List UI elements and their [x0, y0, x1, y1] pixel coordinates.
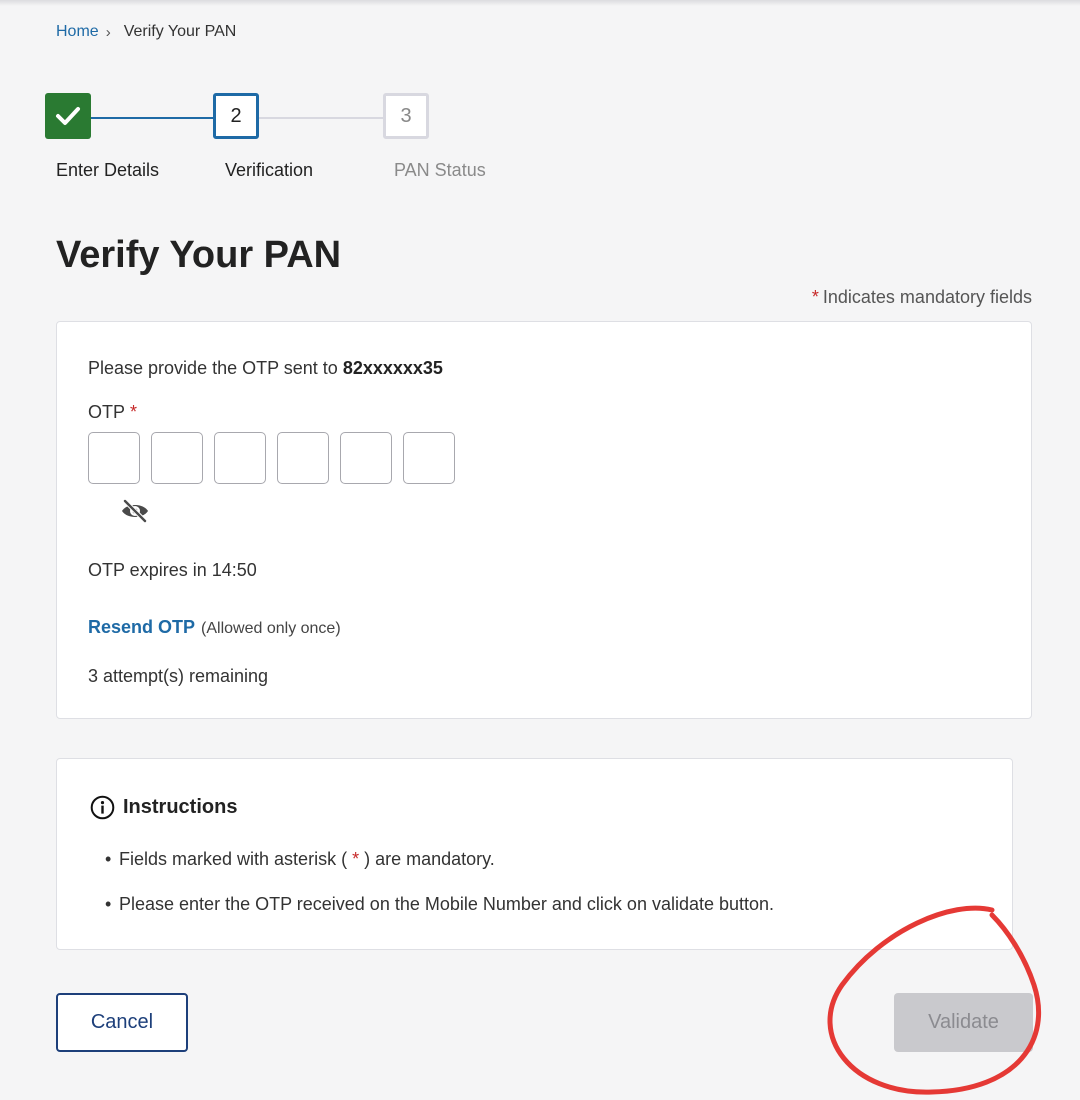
instruction-item: Please enter the OTP received on the Mob…	[105, 894, 774, 915]
cancel-button[interactable]: Cancel	[56, 993, 188, 1052]
otp-card: Please provide the OTP sent to 82xxxxxx35…	[56, 321, 1032, 719]
step-1-label: Enter Details	[56, 160, 160, 180]
instructions-card: Instructions Fields marked with asterisk…	[56, 758, 1013, 950]
mandatory-fields-note: * Indicates mandatory fields	[812, 287, 1032, 308]
check-icon	[56, 107, 80, 125]
mandatory-note-text: Indicates mandatory fields	[822, 287, 1032, 307]
instruction-1-start: Fields marked with asterisk (	[119, 849, 348, 869]
instructions-list: Fields marked with asterisk ( * ) are ma…	[105, 849, 774, 939]
step-1-complete	[45, 93, 91, 139]
otp-prompt-text: Please provide the OTP sent to	[88, 358, 338, 378]
otp-digit-3[interactable]	[214, 432, 266, 484]
otp-digit-4[interactable]	[277, 432, 329, 484]
required-asterisk: *	[130, 402, 138, 422]
step-connector-1	[91, 117, 213, 119]
attempts-remaining: 3 attempt(s) remaining	[88, 666, 269, 686]
instruction-item: Fields marked with asterisk ( * ) are ma…	[105, 849, 774, 870]
otp-digit-1[interactable]	[88, 432, 140, 484]
masked-mobile-number: 82xxxxxx35	[342, 358, 443, 378]
resend-otp-link[interactable]: Resend OTP	[88, 617, 195, 638]
otp-digit-5[interactable]	[340, 432, 392, 484]
otp-label-text: OTP	[88, 402, 126, 422]
step-2-active: 2	[213, 93, 259, 139]
otp-prompt: Please provide the OTP sent to 82xxxxxx35	[88, 358, 443, 379]
instructions-title: Instructions	[123, 796, 238, 818]
otp-digit-6[interactable]	[403, 432, 455, 484]
required-asterisk: *	[811, 287, 819, 307]
page-title: Verify Your PAN	[56, 234, 342, 276]
resend-otp-row: Resend OTP (Allowed only once)	[88, 617, 341, 638]
eye-off-icon[interactable]	[120, 498, 150, 524]
instructions-header: Instructions	[90, 795, 237, 820]
validate-button[interactable]: Validate	[894, 993, 1033, 1052]
step-3-label: PAN Status	[394, 160, 486, 180]
otp-expiry-timer: OTP expires in 14:50	[88, 560, 257, 580]
instruction-1-end: ) are mandatory.	[364, 849, 495, 869]
step-connector-2	[259, 117, 383, 119]
step-3-pending: 3	[383, 93, 429, 139]
otp-digit-2[interactable]	[151, 432, 203, 484]
required-asterisk: *	[347, 849, 365, 869]
otp-input-group	[88, 432, 455, 484]
step-2-label: Verification	[225, 160, 314, 180]
resend-otp-note: (Allowed only once)	[201, 620, 341, 637]
otp-field-label: OTP *	[88, 402, 137, 423]
info-circle-icon	[90, 795, 115, 820]
progress-stepper: 2 3 Enter Details Verification PAN Statu…	[0, 0, 1080, 200]
